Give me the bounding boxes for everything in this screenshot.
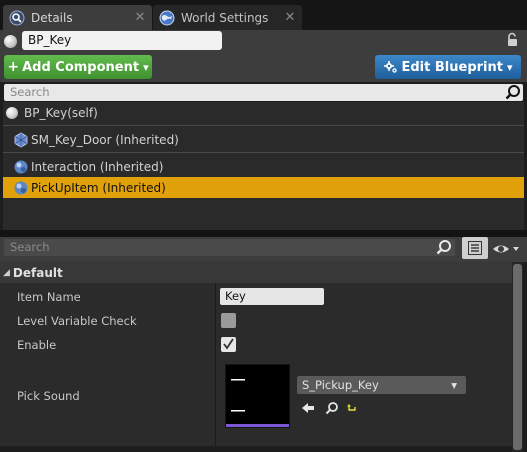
search-icon[interactable] bbox=[436, 239, 452, 258]
tab-details-label: Details bbox=[31, 10, 73, 25]
reset-to-default-icon[interactable] bbox=[346, 402, 358, 414]
category-default-header[interactable]: ◢ Default bbox=[0, 262, 512, 283]
list-icon bbox=[468, 241, 482, 258]
panel-bottom-edge bbox=[0, 446, 512, 452]
search-icon[interactable] bbox=[505, 84, 521, 103]
scrollbar-thumb[interactable] bbox=[513, 264, 522, 450]
property-label-item-name: Item Name bbox=[17, 290, 81, 304]
search-placeholder: Search bbox=[10, 240, 50, 254]
actor-component-icon bbox=[13, 180, 29, 196]
chevron-down-icon: ▾ bbox=[451, 378, 457, 392]
divider bbox=[3, 125, 524, 126]
components-search-input[interactable]: Search bbox=[4, 84, 523, 101]
tab-world-settings-label: World Settings bbox=[181, 10, 269, 25]
browse-search-icon[interactable] bbox=[325, 401, 339, 415]
edit-blueprint-button[interactable]: Edit Blueprint ▾ bbox=[375, 55, 521, 79]
component-item-sm-key-door[interactable]: SM_Key_Door (Inherited) bbox=[3, 130, 524, 150]
tab-details[interactable]: Details ✕ bbox=[3, 5, 152, 30]
column-divider[interactable] bbox=[215, 283, 216, 446]
actor-sphere-icon bbox=[4, 35, 17, 48]
details-icon bbox=[9, 10, 25, 26]
item-name-input[interactable]: Key bbox=[220, 288, 324, 305]
asset-name: S_Pickup_Key bbox=[302, 378, 379, 392]
divider bbox=[3, 152, 524, 153]
property-label-pick-sound: Pick Sound bbox=[17, 389, 80, 403]
component-label: PickUpItem (Inherited) bbox=[31, 180, 166, 195]
property-label-level-variable-check: Level Variable Check bbox=[17, 314, 137, 328]
sound-wave-icon bbox=[231, 379, 251, 418]
use-selected-arrow-icon[interactable] bbox=[301, 401, 315, 415]
sphere-icon bbox=[6, 107, 18, 119]
enable-checkbox[interactable] bbox=[221, 337, 236, 352]
sound-asset-thumbnail[interactable] bbox=[225, 364, 290, 428]
category-label: Default bbox=[12, 265, 63, 280]
actor-name-field[interactable]: BP_Key bbox=[22, 31, 222, 50]
sound-asset-color-bar bbox=[226, 424, 289, 427]
plus-icon: + bbox=[7, 59, 20, 75]
lock-icon[interactable] bbox=[506, 32, 520, 48]
component-item-self[interactable]: BP_Key(self) bbox=[3, 103, 524, 123]
actor-component-icon bbox=[13, 159, 29, 175]
chevron-down-icon: ▾ bbox=[143, 60, 149, 74]
component-label: BP_Key(self) bbox=[24, 106, 98, 120]
search-placeholder: Search bbox=[10, 85, 50, 99]
property-matrix-button[interactable] bbox=[462, 237, 488, 259]
component-label: Interaction (Inherited) bbox=[31, 160, 164, 174]
checkmark-icon bbox=[223, 338, 234, 353]
add-component-button[interactable]: + Add Component ▾ bbox=[4, 55, 152, 79]
static-mesh-icon bbox=[13, 132, 29, 148]
add-component-label: Add Component bbox=[22, 59, 140, 75]
close-icon[interactable]: ✕ bbox=[282, 10, 298, 25]
chevron-down-icon: ▾ bbox=[506, 60, 513, 74]
pick-sound-asset-dropdown[interactable]: S_Pickup_Key ▾ bbox=[297, 376, 466, 394]
component-label: SM_Key_Door (Inherited) bbox=[31, 133, 179, 147]
eye-icon[interactable] bbox=[492, 241, 522, 257]
component-item-interaction[interactable]: Interaction (Inherited) bbox=[3, 157, 524, 177]
property-label-enable: Enable bbox=[17, 338, 57, 352]
component-item-pickupitem[interactable]: PickUpItem (Inherited) bbox=[3, 177, 524, 198]
close-icon[interactable]: ✕ bbox=[132, 10, 148, 25]
edit-blueprint-label: Edit Blueprint bbox=[401, 59, 503, 75]
collapse-arrow-icon: ◢ bbox=[3, 267, 10, 278]
globe-icon bbox=[159, 10, 175, 26]
level-variable-check-checkbox[interactable] bbox=[221, 313, 236, 328]
panel-splitter[interactable] bbox=[0, 230, 527, 237]
gear-icon bbox=[383, 60, 398, 74]
details-search-input[interactable]: Search bbox=[4, 239, 455, 256]
tab-world-settings[interactable]: World Settings ✕ bbox=[153, 5, 302, 30]
